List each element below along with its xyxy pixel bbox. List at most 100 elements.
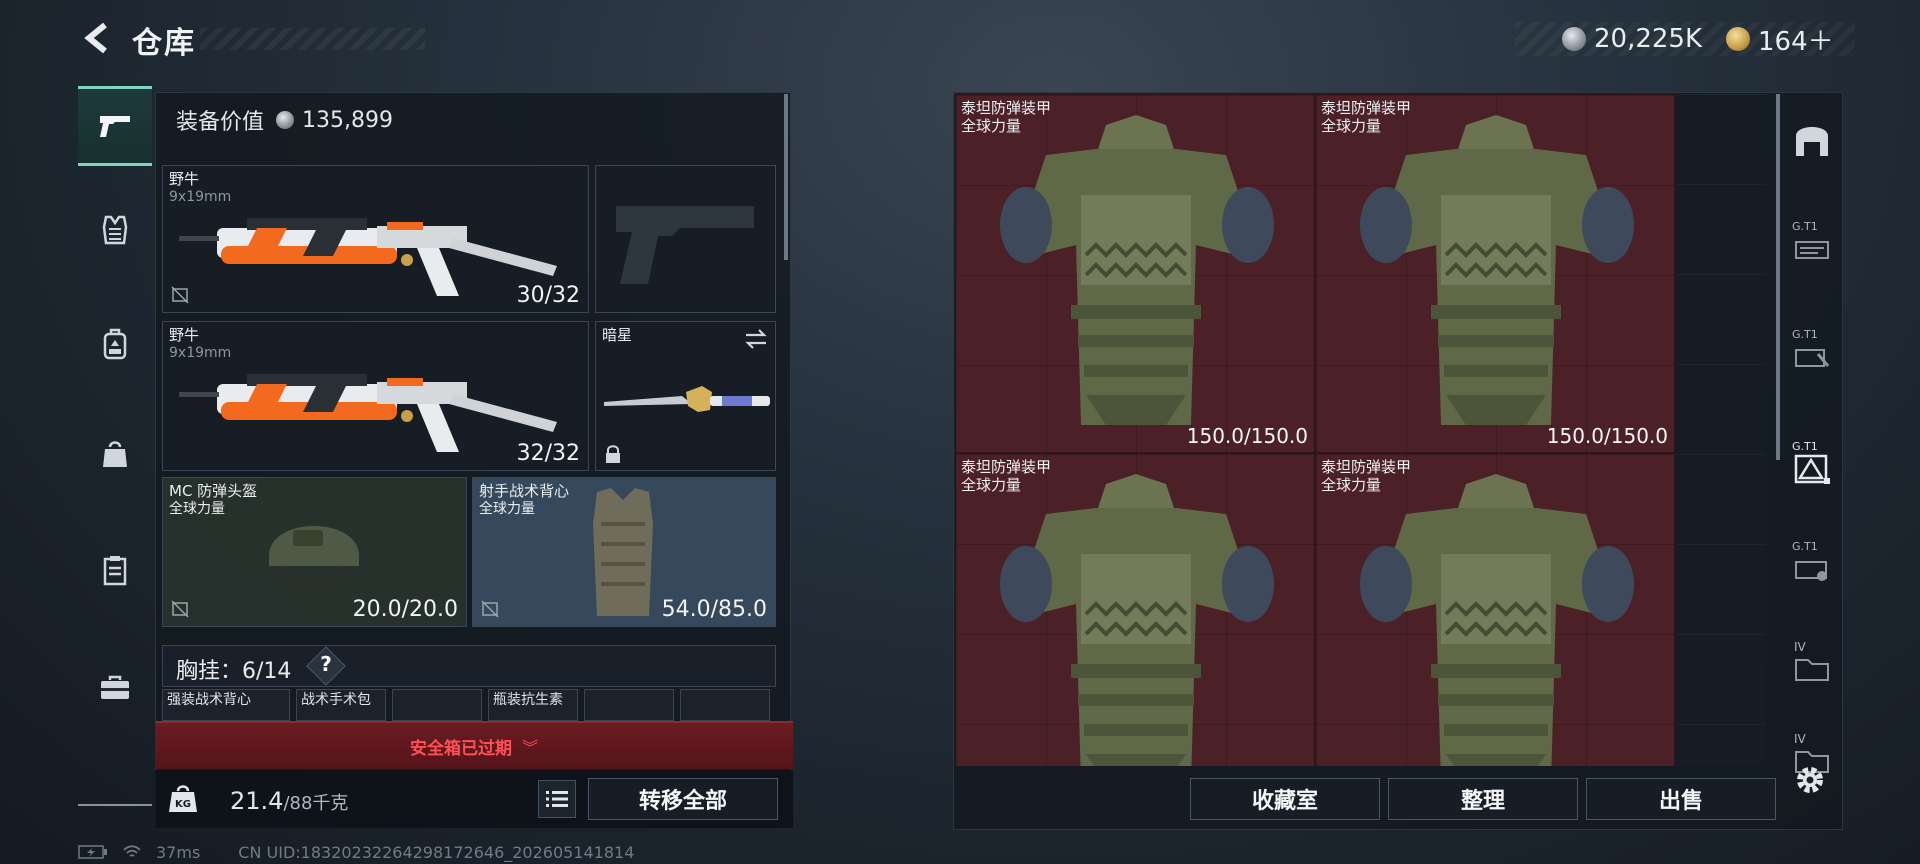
chest-item[interactable]: 强装战术背心 <box>162 689 290 721</box>
swap-icon[interactable] <box>743 328 769 350</box>
weapon-rack-icon <box>1795 241 1829 259</box>
melee-slot[interactable]: 暗星 <box>595 321 776 471</box>
transfer-all-button[interactable]: 转移全部 <box>588 778 778 820</box>
ping-value: 37ms <box>156 842 201 862</box>
silver-coin-icon <box>1562 27 1586 51</box>
status-bar: 37ms CN UID:18320232264298172646_2026051… <box>78 842 978 862</box>
nav-armor[interactable] <box>78 190 152 270</box>
header-decoration <box>200 28 425 50</box>
chevron-down-icon: ︾ <box>521 738 538 757</box>
vest-icon <box>102 215 128 245</box>
nav-backpack[interactable] <box>78 304 152 384</box>
knife-icon <box>604 386 770 412</box>
safebox-status: 安全箱已过期 <box>409 738 512 759</box>
list-view-button[interactable] <box>538 780 576 818</box>
collection-room-button[interactable]: 收藏室 <box>1190 778 1380 820</box>
weapon-ammo: 32/32 <box>516 441 580 466</box>
rnav-label: IV <box>1794 732 1806 746</box>
armor-brand: 全球力量 <box>479 501 535 517</box>
equipment-value-label: 装备价值 <box>176 110 265 135</box>
chest-rig-capacity: 胸挂：6/14 <box>176 653 291 685</box>
container-icon <box>103 556 127 586</box>
gear-icon <box>1797 767 1823 793</box>
rnav-gt1-misc[interactable]: G.T1 <box>1780 522 1844 602</box>
vest-icon <box>593 488 653 616</box>
user-uid: CN UID:18320232264298172646_202605141814 <box>238 842 635 862</box>
armor-slot[interactable]: 射手战术背心 全球力量 54.0/85.0 <box>472 477 776 627</box>
nav-toolbox[interactable] <box>78 648 152 728</box>
chest-item[interactable] <box>680 689 770 721</box>
storage-item[interactable]: 泰坦防弹装甲 全球力量 150.0/150.0 <box>955 94 1315 453</box>
rnav-label: G.T1 <box>1792 440 1818 453</box>
chest-rig-count: 6/14 <box>242 659 292 684</box>
titan-armor-icon <box>1360 115 1634 425</box>
storage-icon <box>1796 127 1828 156</box>
nav-weapons[interactable] <box>78 86 152 166</box>
chest-rig-label: 胸挂： <box>176 659 243 684</box>
currency-primary[interactable]: 20,225K <box>1562 20 1702 58</box>
chest-item[interactable] <box>392 689 482 721</box>
chevron-left-icon <box>84 22 107 54</box>
settings-button[interactable] <box>1790 760 1830 800</box>
equipment-value-amount: 135,899 <box>302 107 393 133</box>
storage-empty-column[interactable] <box>1676 94 1766 766</box>
rnav-label: G.T1 <box>1792 540 1818 553</box>
rnav-storage-home[interactable] <box>1780 100 1844 180</box>
equipment-scrollbar[interactable] <box>784 94 788 260</box>
left-category-nav <box>78 86 152 806</box>
toolbox-icon <box>101 675 129 699</box>
chest-item[interactable]: 瓶装抗生素 <box>488 689 578 721</box>
rnav-gt1-warning[interactable]: G.T1 <box>1780 422 1844 502</box>
currency-secondary-value: 164＋ <box>1758 26 1834 57</box>
secondary-weapon-slot[interactable]: 野牛 9x19mm 32/32 <box>162 321 589 471</box>
bag-icon <box>103 441 127 467</box>
weight-current: 21.4 <box>230 787 284 815</box>
back-button[interactable] <box>78 18 118 58</box>
organize-button[interactable]: 整理 <box>1388 778 1578 820</box>
titan-armor-icon <box>1360 474 1634 766</box>
help-icon[interactable]: ? <box>318 652 334 676</box>
weight-icon: KG <box>169 785 197 812</box>
rnav-label: G.T1 <box>1792 328 1818 341</box>
pistol-placeholder-icon <box>616 206 754 284</box>
helmet-slot[interactable]: MC 防弹头盔 全球力量 20.0/20.0 <box>162 477 467 627</box>
storage-item[interactable]: 泰坦防弹装甲 全球力量 <box>955 453 1315 766</box>
equipment-value: 装备价值 135,899 <box>176 104 393 136</box>
silver-coin-icon <box>276 111 295 129</box>
page-title: 仓库 <box>132 26 196 61</box>
storage-section-nav: G.T1 G.T1 G.T1 G.T1 IV IV <box>1780 92 1844 830</box>
item-durability: 150.0/150.0 <box>1546 424 1668 448</box>
backpack-icon <box>103 328 127 360</box>
safebox-expired-banner[interactable]: 安全箱已过期 ︾ <box>155 721 793 769</box>
list-icon <box>546 791 568 807</box>
svg-text:KG: KG <box>175 799 191 810</box>
rnav-gt1-tools[interactable]: G.T1 <box>1780 310 1844 390</box>
nav-divider <box>78 804 152 806</box>
pistol-icon <box>100 116 130 137</box>
rnav-iv-folder-1[interactable]: IV <box>1780 622 1844 702</box>
helmet-brand: 全球力量 <box>169 501 225 517</box>
currency-primary-value: 20,225K <box>1594 24 1703 54</box>
wifi-icon <box>123 845 141 857</box>
rnav-label: G.T1 <box>1792 220 1818 233</box>
storage-item[interactable]: 泰坦防弹装甲 全球力量 <box>1315 453 1675 766</box>
nav-container[interactable] <box>78 530 152 610</box>
chest-item[interactable]: 战术手术包 <box>296 689 386 721</box>
battery-icon <box>78 845 107 859</box>
weight-max: /88千克 <box>283 793 349 814</box>
chest-item[interactable] <box>584 689 674 721</box>
storage-item[interactable]: 泰坦防弹装甲 全球力量 150.0/150.0 <box>1315 94 1675 453</box>
storage-grid: 泰坦防弹装甲 全球力量 150.0/150.0 泰坦防弹装甲 全球力量 150.… <box>955 94 1765 766</box>
helmet-durability: 20.0/20.0 <box>352 597 458 622</box>
carry-weight: 21.4/88千克 <box>230 787 348 815</box>
pistol-slot-empty[interactable] <box>595 165 776 313</box>
nav-bag[interactable] <box>78 414 152 494</box>
armor-name: 射手战术背心 <box>479 482 570 500</box>
rnav-gt1-weapons[interactable]: G.T1 <box>1780 202 1844 282</box>
armor-durability: 54.0/85.0 <box>661 597 767 622</box>
sell-button[interactable]: 出售 <box>1586 778 1776 820</box>
primary-weapon-slot[interactable]: 野牛 9x19mm 30/32 <box>162 165 589 313</box>
currency-secondary[interactable]: 164＋ <box>1726 20 1834 58</box>
helmet-name: MC 防弹头盔 <box>169 482 258 500</box>
melee-name: 暗星 <box>602 326 633 344</box>
